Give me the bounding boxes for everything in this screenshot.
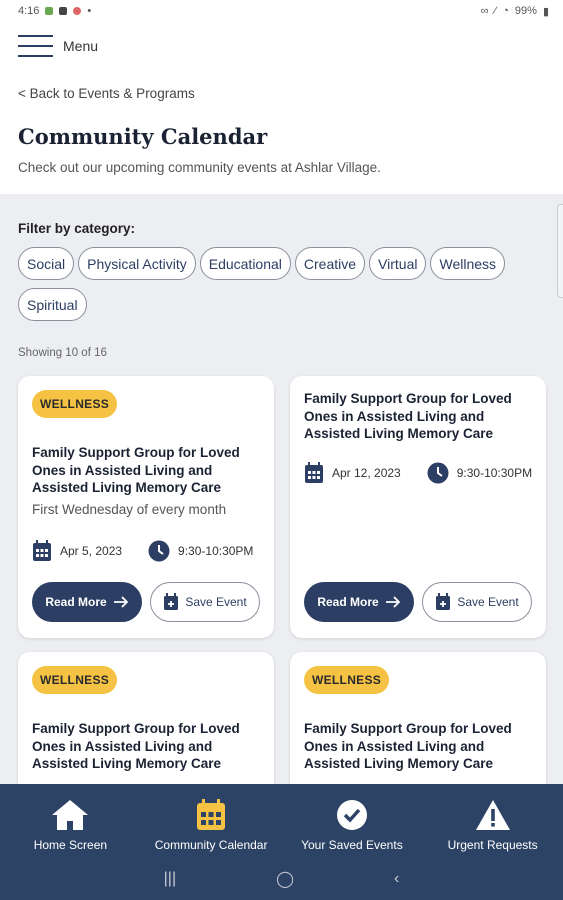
events-section: Filter by category: Social Physical Acti… [0, 194, 563, 784]
save-event-label: Save Event [185, 595, 247, 609]
category-badge: WELLNESS [304, 666, 390, 694]
hamburger-icon [18, 34, 53, 58]
android-icon [45, 7, 54, 15]
chip-virtual[interactable]: Virtual [369, 247, 427, 280]
page-title: Community Calendar [18, 124, 268, 149]
results-count: Showing 10 of 16 [18, 347, 107, 359]
event-meta: Apr 5, 2023 9:30-10:30PM [32, 540, 253, 562]
scroll-handle[interactable] [557, 204, 563, 298]
read-more-button[interactable]: Read More [32, 582, 142, 622]
event-title: Family Support Group for Loved Ones in A… [304, 391, 512, 441]
calendar-add-icon [436, 593, 451, 610]
calendar-add-icon [164, 593, 179, 610]
read-more-label: Read More [317, 595, 379, 609]
dot-icon: • [87, 5, 92, 17]
event-frequency: First Wednesday of every month [32, 502, 227, 517]
nav-urgent-requests[interactable]: Urgent Requests [422, 784, 563, 858]
warning-icon [475, 800, 510, 830]
event-card[interactable]: WELLNESS Family Support Group for Loved … [18, 652, 274, 784]
recents-icon[interactable]: ||| [164, 870, 176, 888]
save-event-button[interactable]: Save Event [422, 582, 532, 622]
notification-icon [59, 7, 68, 15]
event-title: Family Support Group for Loved Ones in A… [32, 721, 240, 771]
calendar-icon [305, 462, 323, 483]
back-link[interactable]: < Back to Events & Programs [18, 86, 195, 101]
clock-icon [427, 462, 449, 484]
event-card[interactable]: Family Support Group for Loved Ones in A… [290, 376, 546, 638]
home-icon [52, 800, 89, 830]
nav-saved-events[interactable]: Your Saved Events [282, 784, 423, 858]
category-filter: Social Physical Activity Educational Cre… [18, 247, 538, 321]
event-card[interactable]: WELLNESS Family Support Group for Loved … [290, 652, 546, 784]
event-card[interactable]: WELLNESS Family Support Group for Loved … [18, 376, 274, 638]
arrow-right-icon [113, 596, 128, 608]
event-meta: Apr 12, 2023 9:30-10:30PM [304, 462, 532, 484]
chip-spiritual[interactable]: Spiritual [18, 288, 87, 321]
check-circle-icon [336, 800, 367, 830]
category-badge: WELLNESS [32, 390, 118, 418]
nav-home-screen[interactable]: Home Screen [0, 784, 141, 858]
chip-educational[interactable]: Educational [199, 247, 291, 280]
link-icon: ∞ [480, 5, 489, 17]
read-more-button[interactable]: Read More [304, 582, 414, 622]
nav-label: Your Saved Events [301, 838, 403, 852]
event-title: Family Support Group for Loved Ones in A… [32, 445, 240, 495]
filter-label: Filter by category: [18, 221, 136, 236]
status-time: 4:16 [18, 5, 40, 17]
battery-icon: ▮ [542, 5, 549, 18]
nav-label: Home Screen [33, 838, 108, 852]
no-sim-icon: ⁄ [494, 5, 497, 17]
event-date: Apr 5, 2023 [60, 544, 123, 558]
event-time: 9:30-10:30PM [456, 466, 533, 480]
chip-physical-activity[interactable]: Physical Activity [78, 247, 196, 280]
system-nav-bar: ||| ◯ ‹ [0, 858, 563, 900]
read-more-label: Read More [45, 595, 107, 609]
app-icon [73, 7, 82, 15]
battery-level: 99% [514, 5, 537, 17]
status-bar: 4:16 • ∞ ⁄ ◔ 99% ▮ [0, 0, 563, 22]
nav-community-calendar[interactable]: Community Calendar [141, 784, 282, 858]
home-button-icon[interactable]: ◯ [276, 869, 294, 889]
chip-social[interactable]: Social [18, 247, 75, 280]
arrow-right-icon [385, 596, 400, 608]
clock-icon [148, 540, 170, 562]
save-event-button[interactable]: Save Event [150, 582, 260, 622]
bottom-nav: Home Screen Community Calendar Your Save… [0, 784, 563, 858]
event-time: 9:30-10:30PM [178, 544, 254, 558]
page-subtitle: Check out our upcoming community events … [18, 160, 381, 175]
menu-label: Menu [63, 38, 99, 54]
nav-label: Urgent Requests [447, 838, 538, 852]
save-event-label: Save Event [457, 595, 519, 609]
category-badge: WELLNESS [32, 666, 118, 694]
chip-creative[interactable]: Creative [294, 247, 366, 280]
menu-button[interactable]: Menu [18, 34, 98, 58]
calendar-icon [33, 540, 51, 561]
nav-label: Community Calendar [154, 838, 268, 852]
event-date: Apr 12, 2023 [332, 466, 401, 480]
event-title: Family Support Group for Loved Ones in A… [304, 721, 512, 771]
back-icon[interactable]: ‹ [394, 870, 399, 888]
chip-wellness[interactable]: Wellness [430, 247, 506, 280]
calendar-icon [197, 799, 226, 830]
wifi-icon: ◔ [502, 5, 509, 17]
